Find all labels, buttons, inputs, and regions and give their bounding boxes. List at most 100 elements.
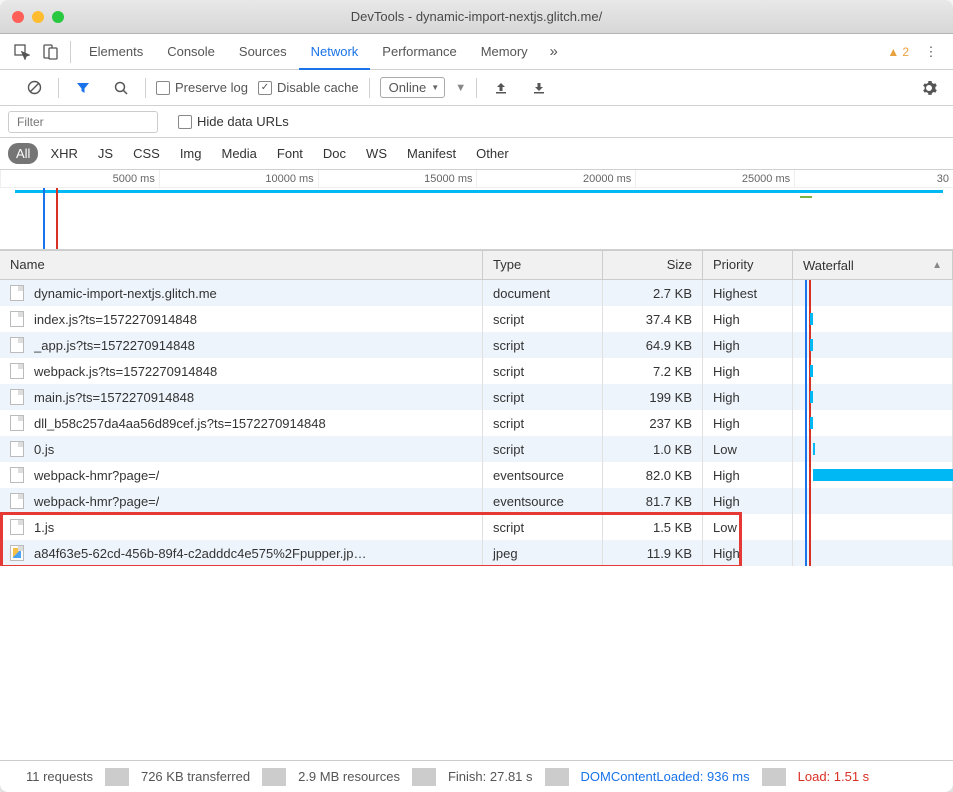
panel-tabs: ElementsConsoleSourcesNetworkPerformance… (0, 34, 953, 70)
request-priority: High (703, 384, 793, 410)
request-priority: High (703, 462, 793, 488)
close-icon[interactable] (12, 11, 24, 23)
status-transferred: 726 KB transferred (129, 769, 262, 784)
request-type: document (483, 280, 603, 306)
tab-elements[interactable]: Elements (77, 34, 155, 70)
tab-network[interactable]: Network (299, 34, 371, 70)
settings-gear-icon[interactable] (915, 74, 943, 102)
kebab-menu-icon[interactable]: ⋮ (917, 38, 945, 66)
table-row[interactable]: webpack-hmr?page=/eventsource81.7 KBHigh (0, 488, 953, 514)
download-icon[interactable] (525, 74, 553, 102)
table-row[interactable]: a84f63e5-62cd-456b-89f4-c2adddc4e575%2Fp… (0, 540, 953, 566)
col-size[interactable]: Size (603, 251, 703, 279)
table-row[interactable]: dll_b58c257da4aa56d89cef.js?ts=157227091… (0, 410, 953, 436)
type-filter-doc[interactable]: Doc (315, 143, 354, 164)
more-tabs-icon[interactable]: » (540, 38, 568, 66)
status-requests: 11 requests (14, 769, 105, 784)
request-type: jpeg (483, 540, 603, 566)
request-waterfall (793, 332, 953, 358)
zoom-icon[interactable] (52, 11, 64, 23)
request-priority: High (703, 306, 793, 332)
preserve-log-checkbox[interactable]: Preserve log (156, 80, 248, 95)
timeline-tick: 15000 ms (318, 170, 477, 187)
request-size: 11.9 KB (603, 540, 703, 566)
request-name: a84f63e5-62cd-456b-89f4-c2adddc4e575%2Fp… (34, 546, 366, 561)
minimize-icon[interactable] (32, 11, 44, 23)
table-row[interactable]: _app.js?ts=1572270914848script64.9 KBHig… (0, 332, 953, 358)
table-row[interactable]: webpack-hmr?page=/eventsource82.0 KBHigh (0, 462, 953, 488)
col-type[interactable]: Type (483, 251, 603, 279)
tab-list: ElementsConsoleSourcesNetworkPerformance… (77, 34, 540, 70)
type-filter-other[interactable]: Other (468, 143, 517, 164)
col-name[interactable]: Name (0, 251, 483, 279)
request-name: webpack-hmr?page=/ (34, 468, 159, 483)
hide-data-urls-checkbox[interactable]: Hide data URLs (178, 114, 289, 129)
type-filter-css[interactable]: CSS (125, 143, 168, 164)
throttling-select[interactable]: Online (380, 77, 446, 98)
request-name: 1.js (34, 520, 54, 535)
table-row[interactable]: webpack.js?ts=1572270914848script7.2 KBH… (0, 358, 953, 384)
timeline-tick: 5000 ms (0, 170, 159, 187)
file-icon (10, 337, 24, 353)
request-type: script (483, 306, 603, 332)
request-priority: Low (703, 436, 793, 462)
status-dcl: DOMContentLoaded: 936 ms (569, 769, 762, 784)
type-filter-ws[interactable]: WS (358, 143, 395, 164)
type-filter-img[interactable]: Img (172, 143, 210, 164)
request-size: 199 KB (603, 384, 703, 410)
filter-icon[interactable] (69, 74, 97, 102)
timeline-overview[interactable]: 5000 ms10000 ms15000 ms20000 ms25000 ms3… (0, 170, 953, 250)
request-size: 1.0 KB (603, 436, 703, 462)
type-filter-font[interactable]: Font (269, 143, 311, 164)
request-name: index.js?ts=1572270914848 (34, 312, 197, 327)
disable-cache-checkbox[interactable]: Disable cache (258, 80, 359, 95)
status-resources: 2.9 MB resources (286, 769, 412, 784)
clear-icon[interactable] (20, 74, 48, 102)
table-row[interactable]: 0.jsscript1.0 KBLow (0, 436, 953, 462)
tab-sources[interactable]: Sources (227, 34, 299, 70)
request-waterfall (793, 358, 953, 384)
request-name: dll_b58c257da4aa56d89cef.js?ts=157227091… (34, 416, 326, 431)
col-waterfall[interactable]: Waterfall▲ (793, 251, 953, 279)
upload-icon[interactable] (487, 74, 515, 102)
request-name: webpack-hmr?page=/ (34, 494, 159, 509)
tab-memory[interactable]: Memory (469, 34, 540, 70)
filter-input[interactable] (8, 111, 158, 133)
request-priority: High (703, 410, 793, 436)
timeline-tick: 10000 ms (159, 170, 318, 187)
type-filter-manifest[interactable]: Manifest (399, 143, 464, 164)
sort-asc-icon: ▲ (932, 260, 942, 271)
request-name: webpack.js?ts=1572270914848 (34, 364, 217, 379)
status-load: Load: 1.51 s (786, 769, 882, 784)
file-icon (10, 363, 24, 379)
table-header: Name Type Size Priority Waterfall▲ (0, 250, 953, 280)
type-filter-media[interactable]: Media (213, 143, 264, 164)
inspect-icon[interactable] (8, 38, 36, 66)
warnings-badge[interactable]: ▲ 2 (887, 45, 909, 59)
tab-performance[interactable]: Performance (370, 34, 468, 70)
file-icon (10, 415, 24, 431)
device-icon[interactable] (36, 38, 64, 66)
col-priority[interactable]: Priority (703, 251, 793, 279)
request-size: 2.7 KB (603, 280, 703, 306)
status-finish: Finish: 27.81 s (436, 769, 545, 784)
timeline-tick: 25000 ms (635, 170, 794, 187)
table-row[interactable]: main.js?ts=1572270914848script199 KBHigh (0, 384, 953, 410)
network-toolbar: Preserve log Disable cache Online ▼ (0, 70, 953, 106)
titlebar: DevTools - dynamic-import-nextjs.glitch.… (0, 0, 953, 34)
filter-bar: Hide data URLs (0, 106, 953, 138)
request-waterfall (793, 488, 953, 514)
tab-console[interactable]: Console (155, 34, 227, 70)
search-icon[interactable] (107, 74, 135, 102)
request-size: 37.4 KB (603, 306, 703, 332)
type-filter-js[interactable]: JS (90, 143, 121, 164)
file-icon (10, 285, 24, 301)
table-row[interactable]: 1.jsscript1.5 KBLow (0, 514, 953, 540)
file-icon (10, 311, 24, 327)
type-filter-all[interactable]: All (8, 143, 38, 164)
table-row[interactable]: index.js?ts=1572270914848 script37.4 KBHi… (0, 306, 953, 332)
request-name: _app.js?ts=1572270914848 (34, 338, 195, 353)
devtools-window: DevTools - dynamic-import-nextjs.glitch.… (0, 0, 953, 792)
type-filter-xhr[interactable]: XHR (42, 143, 85, 164)
table-row[interactable]: dynamic-import-nextjs.glitch.medocument2… (0, 280, 953, 306)
